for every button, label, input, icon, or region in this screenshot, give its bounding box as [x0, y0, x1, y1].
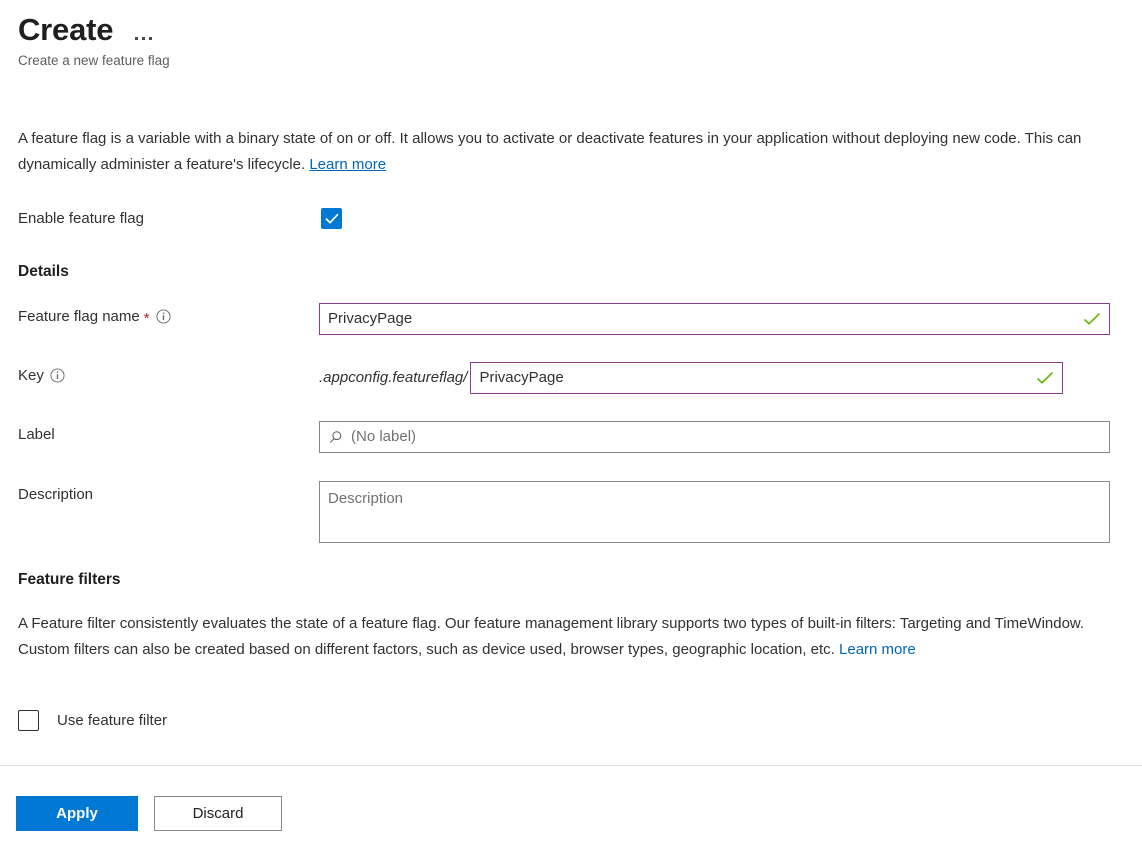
description-row: Description Description [18, 481, 1110, 543]
use-feature-filter-row: Use feature filter [18, 710, 167, 731]
description-textarea[interactable]: Description [319, 481, 1110, 543]
enable-feature-flag-row: Enable feature flag [18, 205, 1118, 231]
enable-feature-flag-label: Enable feature flag [18, 210, 321, 227]
feature-flag-name-label-text: Feature flag name [18, 308, 140, 325]
ellipsis-icon[interactable] [131, 31, 156, 50]
key-label: Key [18, 362, 319, 384]
use-feature-filter-label: Use feature filter [57, 712, 167, 729]
key-value: PrivacyPage [479, 363, 1030, 393]
info-icon[interactable] [50, 368, 66, 384]
label-input[interactable]: (No label) [319, 421, 1110, 453]
use-feature-filter-checkbox[interactable] [18, 710, 39, 731]
intro-learn-more-link[interactable]: Learn more [309, 156, 386, 173]
footer-actions: Apply Discard [16, 796, 282, 831]
search-icon-glyph [328, 430, 343, 445]
info-icon-glyph [156, 309, 171, 324]
label-input-placeholder: (No label) [351, 422, 1101, 452]
key-prefix-text: .appconfig.featureflag/ [319, 362, 470, 394]
intro-paragraph: A feature flag is a variable with a bina… [18, 126, 1086, 178]
create-feature-flag-blade: Create Create a new feature flag A featu… [0, 0, 1142, 848]
discard-button[interactable]: Discard [154, 796, 282, 831]
ellipsis-dot [142, 37, 145, 40]
checkmark-icon [325, 213, 339, 224]
feature-flag-name-input[interactable]: PrivacyPage [319, 303, 1110, 335]
enable-feature-flag-checkbox[interactable] [321, 208, 342, 229]
key-label-text: Key [18, 367, 44, 384]
key-row: Key .appconfig.featureflag/ PrivacyPage [18, 362, 1110, 394]
key-input[interactable]: PrivacyPage [470, 362, 1063, 394]
ellipsis-dot [135, 37, 138, 40]
ellipsis-dot [149, 37, 152, 40]
title-row: Create [18, 10, 1142, 50]
feature-flag-name-row: Feature flag name * PrivacyPage [18, 303, 1110, 335]
green-check-icon [1083, 312, 1101, 326]
feature-flag-name-label: Feature flag name * [18, 303, 319, 325]
footer-divider [0, 765, 1142, 766]
page-subtitle: Create a new feature flag [18, 52, 1142, 70]
feature-filters-paragraph: A Feature filter consistently evaluates … [18, 611, 1110, 663]
green-check-glyph [1036, 371, 1054, 385]
green-check-icon [1036, 371, 1054, 385]
description-label: Description [18, 481, 319, 503]
required-asterisk: * [144, 311, 150, 326]
green-check-glyph [1083, 312, 1101, 326]
blade-header: Create Create a new feature flag [18, 10, 1142, 70]
filters-learn-more-link[interactable]: Learn more [839, 641, 916, 658]
apply-button[interactable]: Apply [16, 796, 138, 831]
details-section-heading: Details [18, 263, 69, 281]
feature-filters-text: A Feature filter consistently evaluates … [18, 615, 1084, 658]
info-icon-glyph [50, 368, 65, 383]
feature-flag-name-value: PrivacyPage [328, 304, 1077, 334]
info-icon[interactable] [156, 309, 172, 325]
intro-text: A feature flag is a variable with a bina… [18, 130, 1081, 173]
search-icon [328, 430, 343, 445]
page-title: Create [18, 10, 113, 50]
feature-filters-heading: Feature filters [18, 571, 121, 589]
label-field-label: Label [18, 421, 319, 443]
label-row: Label (No label) [18, 421, 1110, 453]
